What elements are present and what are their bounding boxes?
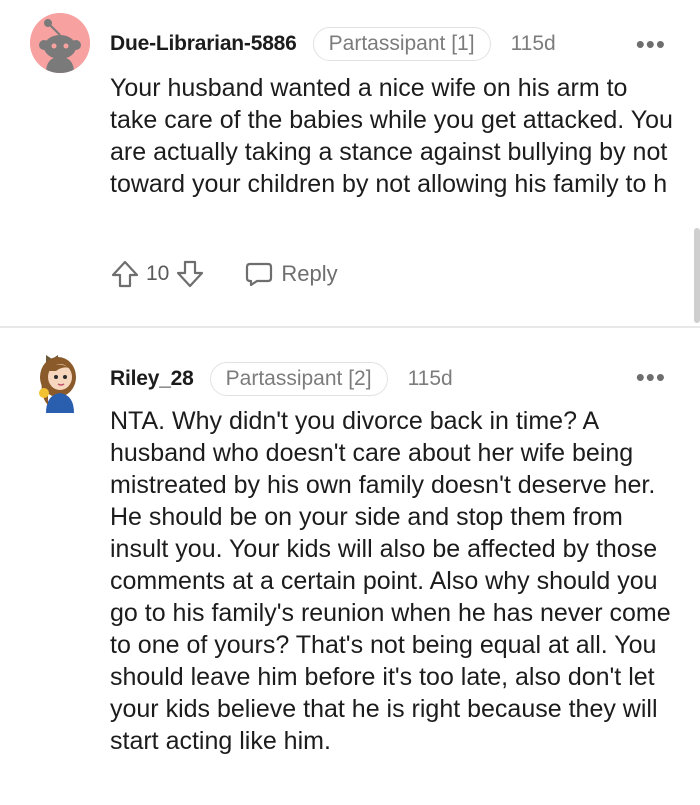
downvote-icon[interactable] bbox=[175, 259, 205, 289]
reply-button[interactable]: Reply bbox=[245, 260, 338, 288]
comment-body: Your husband wanted a nice wife on his a… bbox=[110, 74, 673, 198]
cartoon-girl-avatar-icon bbox=[39, 355, 76, 413]
comment-divider bbox=[0, 326, 700, 328]
reply-label: Reply bbox=[281, 261, 338, 286]
user-flair: Partassipant [2] bbox=[209, 362, 388, 396]
comment-riley: Riley_28 Partassipant [2] 115d ••• NTA. … bbox=[0, 333, 700, 805]
username[interactable]: Due-Librarian-5886 bbox=[110, 32, 297, 56]
comment-body: NTA. Why didn't you divorce back in time… bbox=[110, 407, 671, 755]
more-options-button[interactable]: ••• bbox=[636, 31, 666, 57]
comment-header: Riley_28 Partassipant [2] 115d bbox=[110, 361, 453, 397]
upvote-icon[interactable] bbox=[110, 259, 140, 289]
scrollbar[interactable] bbox=[694, 228, 700, 323]
comment-actions: 10 Reply bbox=[110, 256, 338, 292]
comment-due-librarian: Due-Librarian-5886 Partassipant [1] 115d… bbox=[0, 0, 700, 325]
comment-age: 115d bbox=[407, 367, 453, 390]
comment-age: 115d bbox=[510, 32, 556, 55]
avatar[interactable] bbox=[34, 349, 82, 413]
vote-count: 10 bbox=[146, 262, 170, 285]
user-flair: Partassipant [1] bbox=[312, 27, 491, 61]
snoo-avatar-icon bbox=[30, 13, 90, 73]
comment-header: Due-Librarian-5886 Partassipant [1] 115d bbox=[110, 26, 556, 62]
username[interactable]: Riley_28 bbox=[110, 367, 194, 391]
reply-bubble-icon bbox=[246, 262, 273, 287]
more-options-button[interactable]: ••• bbox=[636, 364, 666, 390]
avatar[interactable] bbox=[30, 13, 90, 73]
